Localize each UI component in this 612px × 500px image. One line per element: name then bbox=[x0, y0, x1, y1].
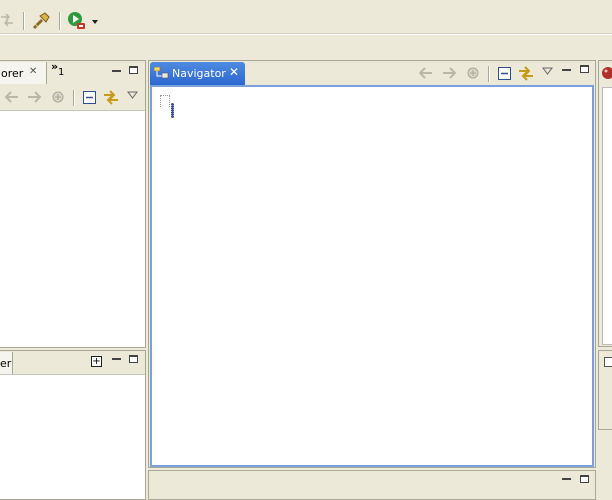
minimize-icon[interactable] bbox=[562, 69, 571, 71]
toolbar-separator bbox=[23, 12, 25, 30]
right-top-content bbox=[602, 87, 612, 345]
right-top-view bbox=[598, 60, 612, 347]
tab-outline[interactable]: er bbox=[0, 352, 13, 374]
back-icon[interactable] bbox=[4, 91, 19, 106]
collapse-all-icon[interactable] bbox=[498, 67, 511, 83]
overflow-count: 1 bbox=[58, 67, 65, 78]
minimize-icon[interactable] bbox=[562, 478, 571, 480]
toolbar-separator bbox=[73, 90, 75, 106]
collapse-all-icon[interactable] bbox=[83, 91, 96, 107]
maximize-icon[interactable] bbox=[580, 65, 589, 73]
forward-icon[interactable] bbox=[442, 67, 457, 82]
tab-label: Navigator bbox=[172, 67, 226, 80]
add-icon[interactable]: + bbox=[91, 356, 102, 367]
right-bottom-view bbox=[598, 350, 612, 430]
tree-dotted-line bbox=[160, 95, 170, 107]
hammer-icon[interactable] bbox=[31, 11, 51, 31]
navigator-view: Navigator ✕ bbox=[148, 60, 596, 468]
toolbar-divider bbox=[0, 34, 612, 35]
minimize-icon[interactable] bbox=[112, 70, 121, 72]
close-icon[interactable]: ✕ bbox=[29, 67, 37, 77]
view-menu-icon[interactable] bbox=[127, 89, 138, 102]
close-icon[interactable]: ✕ bbox=[229, 66, 239, 78]
bottom-view bbox=[148, 470, 596, 500]
text-cursor bbox=[171, 103, 174, 118]
navigator-icon bbox=[153, 66, 169, 82]
link-editor-icon[interactable] bbox=[518, 66, 534, 84]
up-folder-icon[interactable] bbox=[51, 90, 65, 107]
left-top-view: orer ✕ » 1 bbox=[0, 60, 146, 348]
nav-arrows-icon[interactable] bbox=[0, 12, 14, 28]
up-folder-icon[interactable] bbox=[466, 66, 480, 83]
tab-label: orer bbox=[1, 67, 24, 80]
tab-navigator[interactable]: Navigator ✕ bbox=[150, 62, 245, 85]
maximize-icon[interactable] bbox=[129, 355, 138, 363]
list-icon[interactable] bbox=[604, 357, 612, 367]
maximize-icon[interactable] bbox=[129, 66, 138, 74]
view-header: er + bbox=[0, 351, 145, 375]
run-icon[interactable] bbox=[67, 11, 87, 31]
view-header: orer ✕ » 1 bbox=[0, 61, 145, 111]
forward-icon[interactable] bbox=[27, 91, 42, 106]
link-editor-icon[interactable] bbox=[103, 90, 119, 108]
toolbar-separator bbox=[488, 66, 490, 82]
minimize-icon[interactable] bbox=[112, 358, 121, 360]
navigator-content[interactable] bbox=[150, 85, 594, 467]
palette-icon[interactable] bbox=[602, 65, 612, 84]
main-toolbar bbox=[0, 0, 612, 42]
tab-label: er bbox=[0, 357, 12, 370]
back-icon[interactable] bbox=[418, 67, 433, 82]
tab-explorer[interactable]: orer ✕ bbox=[0, 62, 47, 84]
left-bottom-view: er + bbox=[0, 350, 146, 500]
view-menu-icon[interactable] bbox=[542, 65, 553, 78]
maximize-icon[interactable] bbox=[580, 475, 589, 483]
dropdown-arrow-icon[interactable] bbox=[92, 20, 98, 24]
toolbar-separator bbox=[59, 12, 61, 30]
